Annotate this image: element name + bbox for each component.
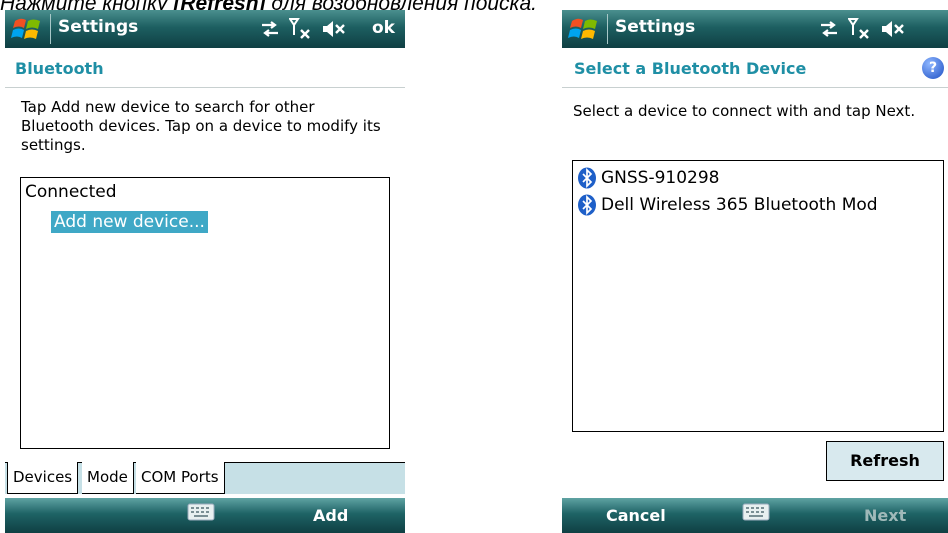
speaker-mute-icon[interactable] bbox=[880, 19, 906, 39]
device-list[interactable]: GNSS-910298 Dell Wireless 365 Bluetooth … bbox=[572, 160, 944, 432]
add-new-device-item[interactable]: Add new device... bbox=[51, 211, 208, 233]
keyboard-icon[interactable] bbox=[742, 502, 770, 522]
tab-devices[interactable]: Devices bbox=[7, 462, 79, 494]
windows-start-icon[interactable] bbox=[568, 15, 602, 43]
title-bar: Settings ok bbox=[5, 10, 405, 48]
keyboard-icon[interactable] bbox=[187, 502, 215, 522]
bluetooth-settings-screen: Settings ok Bluetooth Tap Add new device… bbox=[5, 10, 405, 533]
connectivity-icon[interactable] bbox=[818, 20, 840, 38]
select-device-screen: Settings Select a Bluetooth Device ? Sel… bbox=[562, 10, 948, 533]
bluetooth-icon bbox=[578, 194, 596, 216]
list-item[interactable]: Dell Wireless 365 Bluetooth Mod bbox=[577, 194, 878, 216]
description-text: Select a device to connect with and tap … bbox=[573, 102, 916, 120]
device-tree[interactable]: Connected Add new device... bbox=[20, 177, 390, 449]
list-item[interactable]: GNSS-910298 bbox=[577, 167, 720, 189]
refresh-button[interactable]: Refresh bbox=[826, 441, 944, 481]
page-title: Select a Bluetooth Device bbox=[574, 59, 807, 78]
page-title: Bluetooth bbox=[15, 59, 104, 78]
windows-start-icon[interactable] bbox=[11, 15, 45, 43]
connectivity-icon[interactable] bbox=[259, 20, 281, 38]
next-softkey[interactable]: Next bbox=[864, 506, 906, 525]
help-icon[interactable]: ? bbox=[922, 57, 944, 79]
device-name: Dell Wireless 365 Bluetooth Mod bbox=[601, 195, 878, 215]
page-header: Select a Bluetooth Device ? bbox=[562, 48, 948, 88]
app-title: Settings bbox=[58, 17, 139, 37]
signal-off-icon[interactable] bbox=[289, 18, 313, 40]
device-name: GNSS-910298 bbox=[601, 168, 720, 188]
bluetooth-icon bbox=[578, 167, 596, 189]
add-softkey[interactable]: Add bbox=[313, 506, 348, 525]
softkey-bar: Add bbox=[5, 498, 405, 533]
softkey-bar: Cancel Next bbox=[562, 498, 948, 533]
title-separator bbox=[50, 14, 51, 44]
tab-mode[interactable]: Mode bbox=[82, 462, 134, 494]
tab-strip: Devices Mode COM Ports bbox=[5, 462, 405, 494]
signal-off-icon[interactable] bbox=[848, 18, 872, 40]
status-icons bbox=[818, 16, 906, 42]
app-title: Settings bbox=[615, 17, 696, 37]
description-text: Tap Add new device to search for other B… bbox=[21, 98, 381, 154]
speaker-mute-icon[interactable] bbox=[321, 19, 347, 39]
tab-com-ports[interactable]: COM Ports bbox=[136, 462, 225, 494]
title-separator bbox=[607, 14, 608, 44]
cancel-softkey[interactable]: Cancel bbox=[606, 506, 666, 525]
status-icons bbox=[259, 16, 347, 42]
page-header: Bluetooth bbox=[5, 48, 405, 88]
title-bar: Settings bbox=[562, 10, 948, 48]
ok-button[interactable]: ok bbox=[372, 18, 395, 38]
tree-group-connected[interactable]: Connected bbox=[25, 182, 117, 202]
